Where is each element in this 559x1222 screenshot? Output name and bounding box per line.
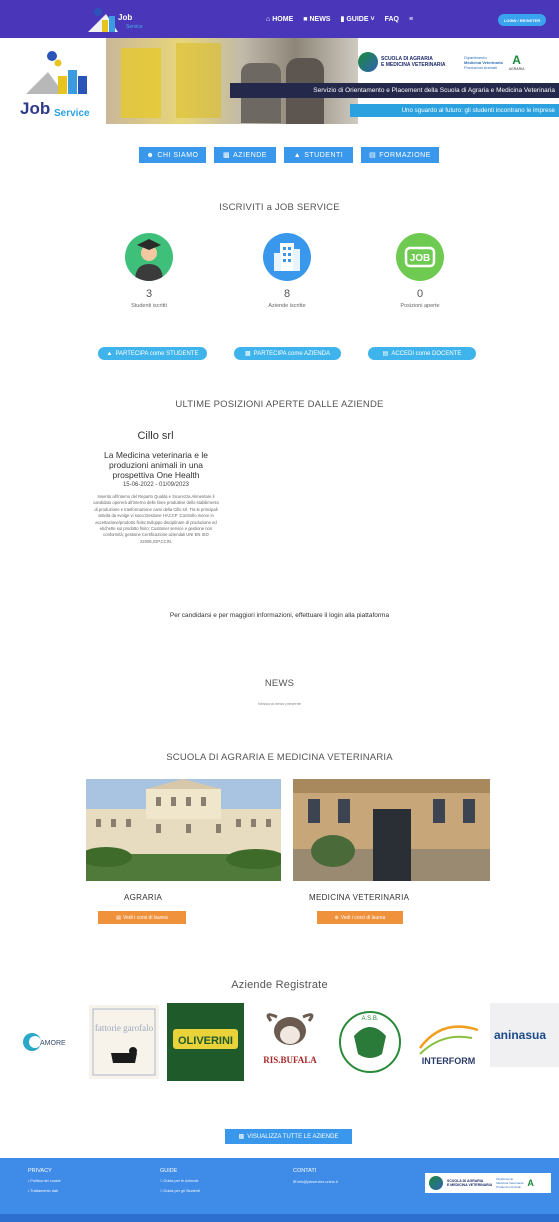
dip-veterinaria-logo: Dipartimento Medicina Veterinaria Produzio…: [464, 54, 503, 70]
university-logos: SCUOLA DI AGRARIA E MEDICINA VETERINARIA …: [358, 44, 558, 80]
graduation-cap-icon: ▲: [293, 151, 302, 159]
footer-link[interactable]: • Trattamento dati: [28, 1189, 61, 1193]
company-logo[interactable]: INTERFORM: [412, 1018, 485, 1070]
footer-guide: GUIDE □ Guida per le Aziende □ Guida per…: [160, 1168, 200, 1193]
tab-chi-siamo[interactable]: ☻ CHI SIAMO: [139, 147, 206, 163]
company-logo[interactable]: OLIVERINI: [167, 1003, 244, 1081]
graduation-cap-icon: ▲: [106, 350, 113, 357]
position-description: Inserito all'interno del Reparto Qualità…: [93, 494, 219, 544]
job-service-banner-logo: Job Service: [20, 51, 90, 119]
view-all-companies-button[interactable]: ▩ VISUALIZZA TUTTE LE AZIENDE: [225, 1129, 352, 1144]
banner-tagline: Servizio di Orientamento e Placement del…: [230, 83, 559, 98]
news-icon: ■: [303, 15, 308, 23]
nav-guide[interactable]: ▮ GUIDE ˅: [340, 15, 375, 24]
institution-icon: ▤: [382, 351, 389, 357]
job-icon: JOB: [396, 233, 444, 281]
svg-text:Service: Service: [54, 108, 90, 119]
signup-title: ISCRIVITI a JOB SERVICE: [219, 202, 340, 213]
login-note: Per candidarsi e per maggiori informazio…: [169, 612, 390, 619]
building-icon: ▩: [223, 152, 231, 159]
company-logo[interactable]: A.S.B.: [334, 1006, 406, 1080]
tab-studenti[interactable]: ▲ STUDENTI: [284, 147, 353, 163]
nav-home[interactable]: ⌂ HOME: [266, 16, 293, 23]
building-icon: ▩: [244, 351, 251, 357]
book-icon: ▮: [340, 16, 345, 23]
svg-text:JOB: JOB: [410, 253, 431, 264]
footer-email-link[interactable]: ✉ info@jobservice.unina.it: [293, 1179, 338, 1184]
top-navbar: Job Service ⌂ HOME ■ NEWS ▮ GUIDE ˅ FAQ ≡ LO…: [0, 0, 559, 38]
position-dates: 15-06-2022 - 01/09/2023: [122, 482, 190, 488]
svg-text:aninasua: aninasua: [494, 1028, 546, 1042]
login-as-teacher-button[interactable]: ▤ ACCEDI come DOCENTE: [368, 347, 476, 360]
svg-text:Job: Job: [20, 99, 50, 118]
svg-text:RIS.BUFALA: RIS.BUFALA: [263, 1055, 317, 1065]
users-icon: ☻: [146, 151, 155, 159]
login-register-button[interactable]: LOGIN / REGISTER: [498, 14, 546, 26]
footer-link[interactable]: • Politica dei cookie: [28, 1179, 61, 1183]
file-icon: □: [160, 1179, 163, 1183]
svg-text:Job: Job: [118, 13, 132, 22]
banner-subtagline: Uno sguardo al futuro: gli studenti inco…: [350, 104, 559, 117]
hamburger-icon[interactable]: ≡: [409, 16, 413, 23]
news-empty-message: Nessuna news presente: [258, 701, 301, 706]
position-title[interactable]: La Medicina veterinaria e le produzioni …: [92, 450, 220, 480]
svg-text:OLIVERINI: OLIVERINI: [178, 1035, 233, 1047]
agraria-photo: [86, 779, 281, 881]
footer-contacts: CONTATI ✉ info@jobservice.unina.it: [293, 1168, 338, 1184]
tab-aziende[interactable]: ▩ AZIENDE: [214, 147, 276, 163]
svg-text:AMORE: AMORE: [40, 1040, 66, 1047]
join-as-student-button[interactable]: ▲ PARTECIPA come STUDENTE: [98, 347, 207, 360]
companies-title: Aziende Registrate: [231, 979, 328, 991]
company-logo[interactable]: AMORE: [18, 1022, 78, 1062]
envelope-icon: ✉: [293, 1180, 297, 1184]
veterinaria-label: MEDICINA VETERINARIA: [309, 893, 410, 902]
stat-students: 3 Studenti iscritti: [79, 233, 219, 309]
student-icon: [125, 233, 173, 281]
file-icon: □: [160, 1189, 163, 1193]
stat-companies: 8 Aziende iscritte: [217, 233, 357, 309]
institution-icon: ▤: [116, 914, 121, 921]
company-logo[interactable]: fattorie garofalo: [89, 1005, 159, 1079]
nav-news[interactable]: ■ NEWS: [303, 16, 330, 23]
company-logo[interactable]: RIS.BUFALA: [253, 1005, 327, 1079]
news-title: NEWS: [264, 678, 295, 689]
svg-text:fattorie garofalo: fattorie garofalo: [95, 1023, 154, 1033]
chevron-down-icon: ˅: [370, 15, 375, 23]
stat-positions: JOB 0 Posizioni aperte: [350, 233, 490, 309]
section-tabs: ☻ CHI SIAMO ▩ AZIENDE ▲ STUDENTI ▤ FORMAZION…: [139, 147, 439, 163]
company-logo[interactable]: aninasua: [490, 1003, 559, 1067]
footer: PRIVACY • Politica dei cookie • Trattame…: [0, 1158, 559, 1222]
building-icon: ▩: [238, 1134, 245, 1140]
agraria-a-logo: A AGRARIA: [508, 53, 525, 71]
building-icon: [263, 233, 311, 281]
agraria-label: AGRARIA: [124, 893, 163, 902]
position-company[interactable]: Cillo srl: [98, 430, 213, 442]
svg-text:Service: Service: [126, 24, 143, 30]
institution-icon: ▤: [369, 152, 377, 159]
footer-university-logos: SCUOLA DI AGRARIA E MEDICINA VETERINARIA …: [425, 1173, 551, 1193]
footer-link[interactable]: □ Guida per gli Studenti: [160, 1189, 200, 1193]
agraria-courses-button[interactable]: ▤ Vedi i corsi di laurea: [98, 911, 186, 924]
home-icon: ⌂: [266, 15, 271, 23]
svg-text:INTERFORM: INTERFORM: [422, 1056, 476, 1066]
join-as-company-button[interactable]: ▩ PARTECIPA come AZIENDA: [234, 347, 341, 360]
scuola-agraria-logo: SCUOLA DI AGRARIA E MEDICINA VETERINARIA: [358, 51, 458, 73]
school-title: SCUOLA DI AGRARIA E MEDICINA VETERINARIA: [166, 752, 393, 763]
veterinaria-photo: [293, 779, 490, 881]
nav-faq[interactable]: FAQ: [385, 16, 399, 23]
job-service-logo[interactable]: Job Service: [88, 6, 150, 32]
veterinaria-courses-button[interactable]: ⊕ Vedi i corsi di laurea: [317, 911, 403, 924]
tab-formazione[interactable]: ▤ FORMAZIONE: [361, 147, 439, 163]
footer-link[interactable]: □ Guida per le Aziende: [160, 1179, 200, 1183]
svg-text:A.S.B.: A.S.B.: [361, 1016, 378, 1022]
banner-photo: [106, 38, 358, 124]
footer-privacy: PRIVACY • Politica dei cookie • Trattame…: [28, 1168, 61, 1193]
positions-title: ULTIME POSIZIONI APERTE DALLE AZIENDE: [175, 399, 384, 410]
plus-circle-icon: ⊕: [334, 914, 339, 921]
